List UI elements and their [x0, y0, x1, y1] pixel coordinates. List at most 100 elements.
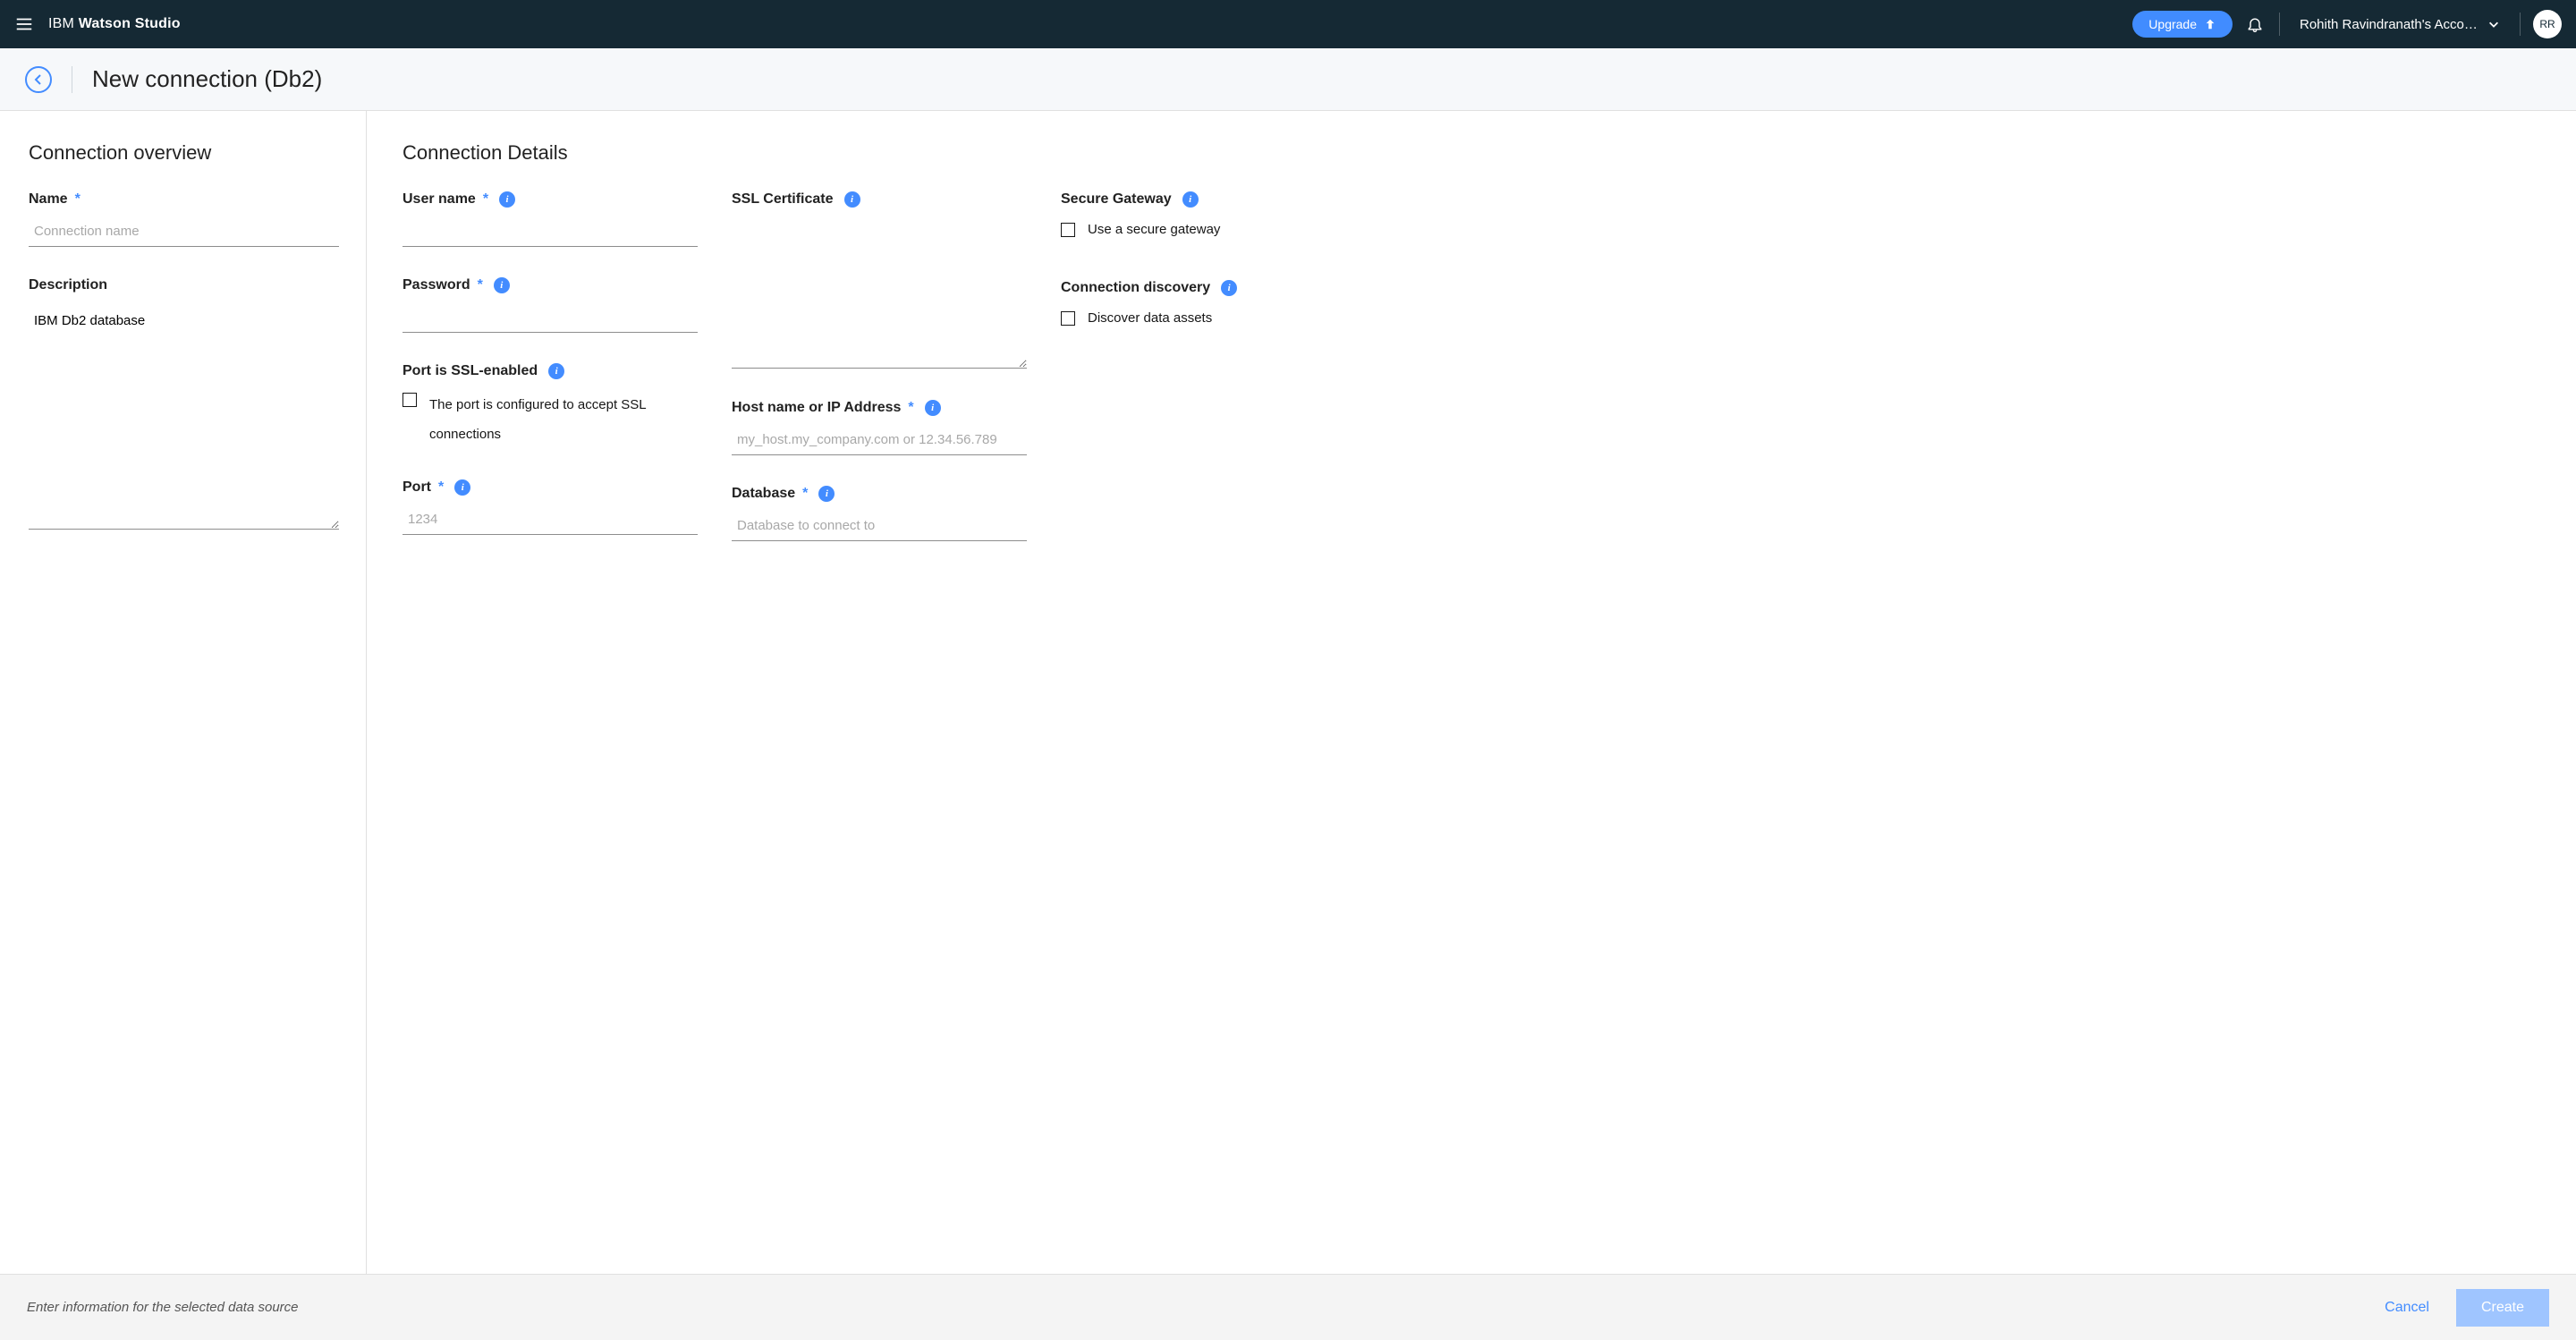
info-icon[interactable]: i — [454, 479, 470, 496]
password-label-row: Password * i — [402, 277, 698, 293]
header-separator — [2520, 13, 2521, 36]
arrow-left-icon — [31, 72, 46, 87]
brand-label: IBM Watson Studio — [48, 16, 181, 32]
required-indicator: * — [908, 400, 913, 416]
database-field: Database * i — [732, 486, 1027, 541]
ssl-enabled-field: Port is SSL-enabled i The port is config… — [402, 363, 698, 449]
footer-actions: Cancel Create — [2379, 1289, 2549, 1327]
ssl-enabled-checkbox[interactable]: The port is configured to accept SSL con… — [402, 390, 698, 449]
hamburger-icon — [14, 14, 34, 34]
page-footer: Enter information for the selected data … — [0, 1274, 2576, 1340]
brand-name: Watson Studio — [79, 16, 181, 31]
required-indicator: * — [483, 191, 488, 208]
name-input[interactable] — [29, 216, 339, 247]
info-icon[interactable]: i — [548, 363, 564, 379]
database-input[interactable] — [732, 511, 1027, 541]
details-section-title: Connection Details — [402, 141, 2540, 165]
info-icon[interactable]: i — [1182, 191, 1199, 208]
discovery-label: Connection discovery — [1061, 280, 1210, 296]
secure-gateway-checkbox[interactable]: Use a secure gateway — [1061, 220, 1311, 241]
description-label: Description — [29, 277, 107, 293]
description-label-row: Description — [29, 277, 339, 293]
upgrade-arrow-icon — [2204, 18, 2216, 30]
required-indicator: * — [75, 191, 80, 208]
info-icon[interactable]: i — [925, 400, 941, 416]
database-label: Database — [732, 486, 795, 502]
secure-gateway-label: Secure Gateway — [1061, 191, 1172, 208]
ssl-enabled-label-row: Port is SSL-enabled i — [402, 363, 698, 379]
notifications-button[interactable] — [2233, 0, 2275, 48]
host-field: Host name or IP Address * i — [732, 400, 1027, 455]
port-label-row: Port * i — [402, 479, 698, 496]
discovery-label-row: Connection discovery i — [1061, 280, 1311, 296]
menu-button[interactable] — [0, 0, 48, 48]
connection-overview-panel: Connection overview Name * Description — [0, 111, 367, 1274]
details-grid: User name * i Password * i — [402, 191, 2540, 572]
info-icon[interactable]: i — [499, 191, 515, 208]
secure-gateway-checkbox-label: Use a secure gateway — [1088, 220, 1220, 241]
upgrade-label: Upgrade — [2148, 17, 2197, 31]
details-col-3: Secure Gateway i Use a secure gateway Co… — [1061, 191, 1311, 359]
details-col-2: SSL Certificate i Host name or IP Addres… — [732, 191, 1027, 572]
upgrade-button[interactable]: Upgrade — [2132, 11, 2233, 38]
global-header: IBM Watson Studio Upgrade Rohith Ravindr… — [0, 0, 2576, 48]
port-field: Port * i — [402, 479, 698, 535]
checkbox-icon — [402, 393, 417, 407]
description-textarea[interactable] — [29, 306, 339, 530]
username-label-row: User name * i — [402, 191, 698, 208]
discovery-checkbox[interactable]: Discover data assets — [1061, 309, 1311, 329]
ssl-enabled-label: Port is SSL-enabled — [402, 363, 538, 379]
info-icon[interactable]: i — [844, 191, 860, 208]
checkbox-icon — [1061, 223, 1075, 237]
info-icon[interactable]: i — [818, 486, 835, 502]
info-icon[interactable]: i — [494, 277, 510, 293]
main-content: Connection overview Name * Description C… — [0, 111, 2576, 1274]
overview-section-title: Connection overview — [29, 141, 339, 165]
brand-prefix: IBM — [48, 16, 79, 31]
name-label: Name — [29, 191, 68, 208]
page-subheader: New connection (Db2) — [0, 48, 2576, 111]
required-indicator: * — [438, 479, 444, 496]
password-field: Password * i — [402, 277, 698, 333]
username-label: User name — [402, 191, 476, 208]
port-input[interactable] — [402, 505, 698, 535]
bell-icon — [2246, 15, 2264, 33]
name-field: Name * — [29, 191, 339, 247]
database-label-row: Database * i — [732, 486, 1027, 502]
host-label: Host name or IP Address — [732, 400, 901, 416]
account-selector[interactable]: Rohith Ravindranath's Accou… — [2284, 0, 2516, 48]
secure-gateway-field: Secure Gateway i Use a secure gateway — [1061, 191, 1311, 241]
details-col-1: User name * i Password * i — [402, 191, 698, 565]
ssl-cert-textarea[interactable] — [732, 216, 1027, 369]
name-label-row: Name * — [29, 191, 339, 208]
secure-gateway-label-row: Secure Gateway i — [1061, 191, 1311, 208]
page-title: New connection (Db2) — [92, 65, 322, 93]
info-icon[interactable]: i — [1221, 280, 1237, 296]
chevron-down-icon — [2487, 18, 2500, 30]
password-input[interactable] — [402, 302, 698, 333]
password-label: Password — [402, 277, 470, 293]
required-indicator: * — [478, 277, 483, 293]
ssl-cert-field: SSL Certificate i — [732, 191, 1027, 373]
host-label-row: Host name or IP Address * i — [732, 400, 1027, 416]
account-name: Rohith Ravindranath's Accou… — [2300, 17, 2479, 32]
cancel-button[interactable]: Cancel — [2379, 1291, 2435, 1325]
ssl-cert-label-row: SSL Certificate i — [732, 191, 1027, 208]
host-input[interactable] — [732, 425, 1027, 455]
discovery-checkbox-label: Discover data assets — [1088, 309, 1212, 329]
avatar[interactable]: RR — [2533, 10, 2562, 38]
username-field: User name * i — [402, 191, 698, 247]
connection-details-panel: Connection Details User name * i Passwor… — [367, 111, 2576, 1274]
create-button[interactable]: Create — [2456, 1289, 2549, 1327]
description-field: Description — [29, 277, 339, 534]
header-separator — [2279, 13, 2280, 36]
checkbox-icon — [1061, 311, 1075, 326]
required-indicator: * — [802, 486, 808, 502]
ssl-cert-label: SSL Certificate — [732, 191, 834, 208]
ssl-enabled-checkbox-label: The port is configured to accept SSL con… — [429, 390, 698, 449]
discovery-field: Connection discovery i Discover data ass… — [1061, 280, 1311, 329]
username-input[interactable] — [402, 216, 698, 247]
back-button[interactable] — [25, 66, 52, 93]
footer-hint: Enter information for the selected data … — [27, 1300, 299, 1315]
port-label: Port — [402, 479, 431, 496]
